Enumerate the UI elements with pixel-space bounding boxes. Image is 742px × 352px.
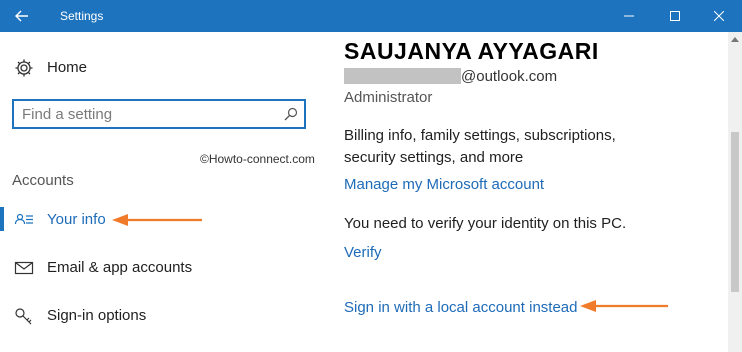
minimize-icon	[624, 15, 634, 17]
scroll-up-button[interactable]	[728, 32, 742, 46]
back-button[interactable]	[0, 0, 44, 32]
sidebar-item-home[interactable]: Home	[0, 48, 332, 88]
sidebar-item-label: Your info	[47, 211, 106, 228]
annotation-arrow-icon	[580, 300, 668, 312]
email-suffix: @outlook.com	[461, 68, 558, 85]
account-role: Administrator	[344, 89, 433, 106]
account-name: SAUJANYA AYYAGARI	[344, 38, 599, 64]
sidebar: Home ©Howto-connect.com Accounts Your in…	[0, 32, 332, 352]
redacted-block	[344, 68, 461, 84]
close-button[interactable]	[696, 0, 742, 32]
gear-icon	[15, 59, 33, 77]
billing-description: Billing info, family settings, subscript…	[344, 127, 616, 166]
search-box[interactable]	[12, 99, 306, 129]
back-arrow-icon	[15, 10, 28, 22]
window-title: Settings	[60, 9, 104, 23]
manage-account-link[interactable]: Manage my Microsoft account	[344, 176, 544, 193]
sidebar-item-label: Home	[47, 59, 88, 76]
key-icon	[15, 308, 32, 325]
maximize-icon	[670, 11, 680, 21]
person-list-icon	[14, 213, 33, 225]
search-input[interactable]	[22, 105, 272, 123]
sidebar-item-label: Email & app accounts	[47, 259, 193, 276]
maximize-button[interactable]	[652, 0, 698, 32]
account-email: @outlook.com	[344, 68, 557, 86]
verify-link[interactable]: Verify	[344, 244, 382, 261]
section-title: Accounts	[12, 172, 74, 189]
chevron-up-icon	[731, 36, 739, 42]
sidebar-item-sign-in-options[interactable]: Sign-in options	[0, 296, 332, 336]
sidebar-item-label: Sign-in options	[47, 307, 147, 324]
mail-icon	[14, 261, 34, 275]
watermark-text: ©Howto-connect.com	[200, 152, 315, 166]
scrollbar-thumb[interactable]	[731, 132, 739, 292]
verify-message: You need to verify your identity on this…	[344, 215, 627, 232]
annotation-arrow-icon	[112, 214, 202, 226]
close-icon	[714, 11, 724, 21]
search-icon[interactable]	[284, 107, 298, 121]
minimize-button[interactable]	[606, 0, 652, 32]
local-account-link[interactable]: Sign in with a local account instead	[344, 299, 577, 316]
sidebar-item-email-app-accounts[interactable]: Email & app accounts	[0, 248, 332, 288]
scrollbar[interactable]	[728, 32, 742, 352]
title-bar: Settings	[0, 0, 742, 32]
